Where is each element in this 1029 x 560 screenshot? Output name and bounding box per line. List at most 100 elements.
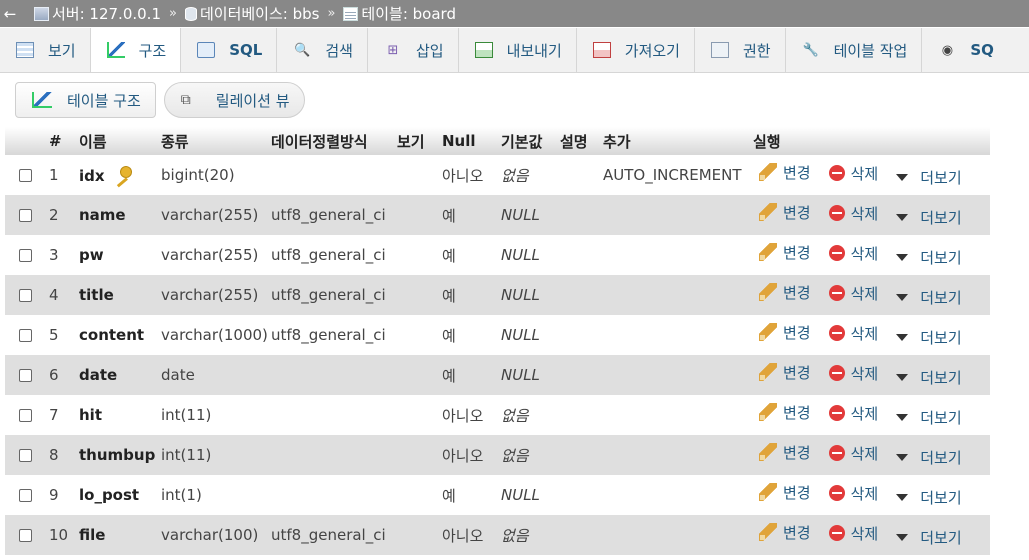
column-collation: utf8_general_ci [267,195,393,235]
drop-button[interactable]: 삭제 [828,243,878,264]
tab-insert[interactable]: ⊞ 삽입 [368,28,459,72]
row-checkbox[interactable] [19,369,32,382]
delete-icon [828,245,845,262]
tab-sql[interactable]: SQL [181,28,278,72]
column-name-cell: content [75,315,157,355]
row-checkbox[interactable] [19,329,32,342]
tab-operations[interactable]: 🔧 테이블 작업 [786,28,923,72]
tab-export[interactable]: 내보내기 [459,28,577,72]
tab-import[interactable]: 가져오기 [577,28,695,72]
column-name: date [79,366,118,384]
column-default: 없음 [497,395,556,435]
drop-button[interactable]: 삭제 [828,363,878,384]
column-comment [556,235,599,275]
delete-icon [828,525,845,542]
column-name-cell: idx [75,155,157,195]
more-button[interactable]: 더보기 [896,327,962,348]
column-extra [599,355,749,395]
delete-icon [828,325,845,342]
column-type: varchar(100) [157,515,267,555]
table-row: 1 idx bigint(20) 아니오 없음 AUTO_INCREMENT 변경 삭제 더보기 [5,155,990,195]
pencil-icon [759,403,777,422]
drop-button[interactable]: 삭제 [828,163,878,184]
header-name[interactable]: 이름 [75,127,157,155]
delete-icon [828,285,845,302]
change-button[interactable]: 변경 [759,442,811,463]
more-button[interactable]: 더보기 [896,247,962,268]
column-extra: AUTO_INCREMENT [599,155,749,195]
structure-rows: 1 idx bigint(20) 아니오 없음 AUTO_INCREMENT 변경 삭제 더보기… [5,155,990,555]
row-checkbox[interactable] [19,249,32,262]
column-type: int(11) [157,395,267,435]
drop-button[interactable]: 삭제 [828,523,878,544]
more-button[interactable]: 더보기 [896,367,962,388]
column-collation [267,475,393,515]
column-comment [556,315,599,355]
change-button[interactable]: 변경 [759,402,811,423]
more-button[interactable]: 더보기 [896,207,962,228]
change-button[interactable]: 변경 [759,482,811,503]
column-extra [599,275,749,315]
privileges-icon [710,42,729,58]
tab-privileges[interactable]: 권한 [695,28,786,72]
column-collation [267,155,393,195]
column-default: NULL [497,275,556,315]
drop-button[interactable]: 삭제 [828,483,878,504]
column-name: name [79,206,126,224]
column-null: 아니오 [438,435,497,475]
row-checkbox-cell [5,435,45,475]
pencil-icon [759,443,777,462]
change-button[interactable]: 변경 [759,242,811,263]
column-type: varchar(1000) [157,315,267,355]
table-row: 10 file varchar(100) utf8_general_ci 아니오 없음 변경… [5,515,990,555]
row-checkbox[interactable] [19,449,32,462]
row-checkbox[interactable] [19,489,32,502]
column-extra [599,315,749,355]
column-collation: utf8_general_ci [267,235,393,275]
drop-button[interactable]: 삭제 [828,203,878,224]
drop-button[interactable]: 삭제 [828,283,878,304]
change-button[interactable]: 변경 [759,362,811,383]
row-checkbox[interactable] [19,529,32,542]
chevron-down-icon [896,534,909,542]
row-checkbox[interactable] [19,289,32,302]
column-name-cell: date [75,355,157,395]
more-button[interactable]: 더보기 [896,527,962,548]
more-button[interactable]: 더보기 [896,487,962,508]
tab-search[interactable]: 🔍 검색 [277,28,368,72]
tab-browse[interactable]: 보기 [0,28,91,72]
back-arrow-icon[interactable]: ← [0,5,20,23]
drop-button[interactable]: 삭제 [828,403,878,424]
header-null: Null [438,127,497,155]
tab-structure[interactable]: 구조 [90,28,182,72]
drop-button[interactable]: 삭제 [828,323,878,344]
delete-icon [828,365,845,382]
column-null: 예 [438,475,497,515]
column-name: thumbup [79,446,156,464]
column-collation [267,355,393,395]
breadcrumb-database[interactable]: 데이터베이스: bbs [184,3,319,24]
change-button[interactable]: 변경 [759,282,811,303]
drop-button[interactable]: 삭제 [828,443,878,464]
more-button[interactable]: 더보기 [896,407,962,428]
change-button[interactable]: 변경 [759,522,811,543]
change-button[interactable]: 변경 [759,202,811,223]
relation-view-button[interactable]: ⧉ 릴레이션 뷰 [163,82,305,118]
tab-tracking[interactable]: ◉ SQ [922,28,1008,72]
more-button[interactable]: 더보기 [896,167,962,188]
change-button[interactable]: 변경 [759,162,811,183]
more-button[interactable]: 더보기 [896,287,962,308]
column-type: int(11) [157,435,267,475]
row-actions: 변경 삭제 더보기 [749,395,990,435]
more-button[interactable]: 더보기 [896,447,962,468]
column-comment [556,155,599,195]
table-row: 2 name varchar(255) utf8_general_ci 예 NULL 변경 삭… [5,195,990,235]
table-structure-button[interactable]: 테이블 구조 [15,82,156,118]
row-checkbox[interactable] [19,409,32,422]
breadcrumb-table[interactable]: 테이블: board [343,3,456,24]
column-type: bigint(20) [157,155,267,195]
breadcrumb-server[interactable]: 서버: 127.0.0.1 [34,3,161,24]
change-button[interactable]: 변경 [759,322,811,343]
row-checkbox[interactable] [19,169,32,182]
row-checkbox[interactable] [19,209,32,222]
